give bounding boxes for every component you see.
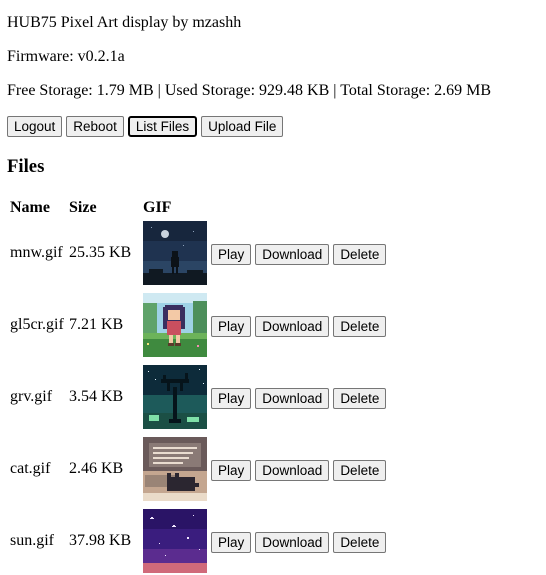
download-button[interactable]: Download [255,532,330,553]
file-size: 2.46 KB [69,460,124,477]
row-actions: Play Download Delete [211,388,387,409]
spooky-tree-thumbnail [143,365,207,429]
file-size: 25.35 KB [69,244,132,261]
night-silhouette-thumbnail [143,221,207,285]
row-actions: Play Download Delete [211,460,387,481]
download-button[interactable]: Download [255,244,330,265]
upload-file-button[interactable]: Upload File [201,116,284,137]
download-button[interactable]: Download [255,316,330,337]
files-heading: Files [7,156,45,177]
play-button[interactable]: Play [211,532,252,553]
reboot-button[interactable]: Reboot [66,116,124,137]
delete-button[interactable]: Delete [333,460,387,481]
column-header-gif: GIF [143,199,172,216]
file-size: 7.21 KB [69,316,124,333]
toolbar: Logout Reboot List Files Upload File [7,116,284,137]
delete-button[interactable]: Delete [333,388,387,409]
file-size: 37.98 KB [69,532,132,549]
page-title: HUB75 Pixel Art display by mzashh [7,14,242,31]
list-files-button[interactable]: List Files [127,116,198,137]
play-button[interactable]: Play [211,244,252,265]
table-row: mnw.gif 25.35 KB Play Download Delete [0,221,546,285]
delete-button[interactable]: Delete [333,316,387,337]
row-actions: Play Download Delete [211,244,387,265]
file-name: grv.gif [10,388,53,405]
starry-sky-thumbnail [143,509,207,573]
table-row: cat.gif 2.46 KB Play Download Delete [0,437,546,501]
pixel-girl-forest-thumbnail [143,293,207,357]
delete-button[interactable]: Delete [333,532,387,553]
table-row: sun.gif 37.98 KB Play Download Delete [0,509,546,573]
file-name: mnw.gif [10,244,63,261]
play-button[interactable]: Play [211,388,252,409]
storage-info: Free Storage: 1.79 MB | Used Storage: 92… [7,82,492,99]
file-name: gl5cr.gif [10,316,64,333]
file-name: sun.gif [10,532,54,549]
play-button[interactable]: Play [211,460,252,481]
cat-keyboard-thumbnail [143,437,207,501]
download-button[interactable]: Download [255,388,330,409]
column-header-size: Size [69,199,97,216]
column-header-name: Name [10,199,50,216]
row-actions: Play Download Delete [211,532,387,553]
download-button[interactable]: Download [255,460,330,481]
table-row: grv.gif 3.54 KB Play Download Delete [0,365,546,429]
file-name: cat.gif [10,460,51,477]
firmware-version: Firmware: v0.2.1a [7,48,125,65]
table-row: gl5cr.gif 7.21 KB Play Download Delete [0,293,546,357]
play-button[interactable]: Play [211,316,252,337]
row-actions: Play Download Delete [211,316,387,337]
file-size: 3.54 KB [69,388,124,405]
delete-button[interactable]: Delete [333,244,387,265]
logout-button[interactable]: Logout [7,116,63,137]
